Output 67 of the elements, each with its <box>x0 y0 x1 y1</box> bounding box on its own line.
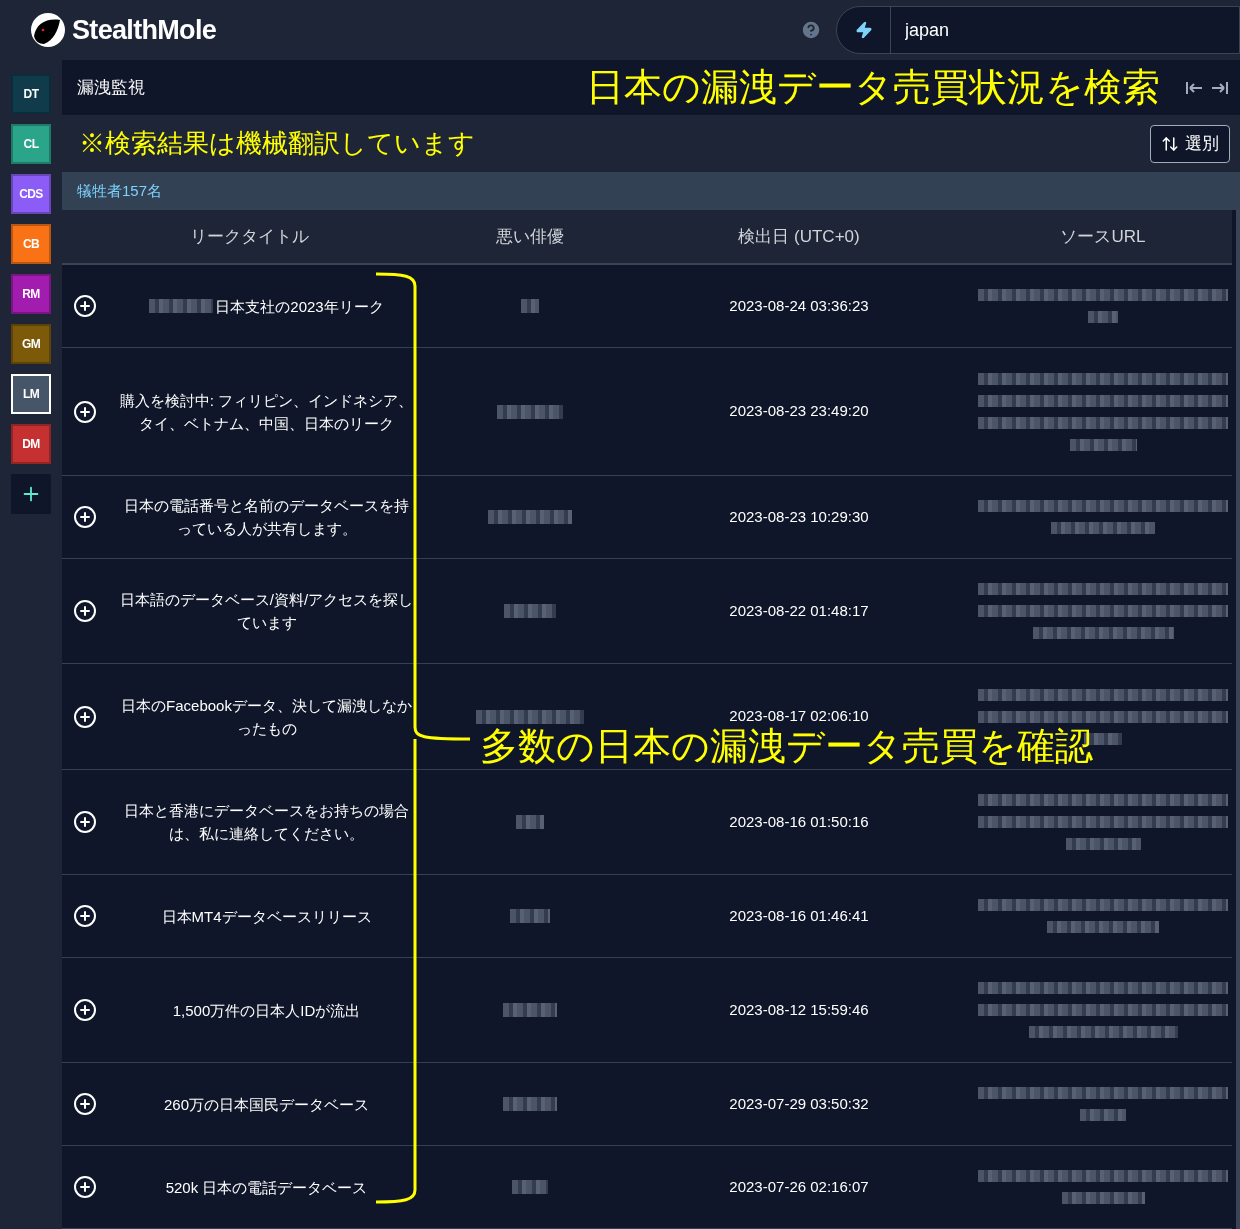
leak-title: 日本支社の2023年リーク <box>215 296 384 317</box>
blurred-text <box>1080 1109 1126 1121</box>
column-header[interactable]: 悪い俳優 <box>436 223 624 250</box>
leak-title: 1,500万件の日本人IDが流出 <box>172 1000 361 1021</box>
annotation-caption: 多数の日本の漏洩データ売買を確認 <box>480 724 1093 769</box>
collapse-expand-icon[interactable] <box>1186 79 1228 96</box>
brand-name: StealthMole <box>72 13 217 47</box>
expand-row-icon[interactable] <box>73 1092 97 1116</box>
detected-date: 2023-08-16 01:46:41 <box>728 905 870 926</box>
detected-date: 2023-07-29 03:50:32 <box>728 1093 870 1114</box>
search-field[interactable]: japan <box>905 16 1205 44</box>
add-module-button[interactable] <box>11 474 51 514</box>
expand-row-icon[interactable] <box>73 998 97 1022</box>
annotation-note: ※検索結果は機械翻訳しています <box>79 127 475 160</box>
blurred-text <box>497 404 563 419</box>
expand-row-icon[interactable] <box>73 704 97 729</box>
leak-title: 260万の日本国民データベース <box>164 1094 369 1115</box>
column-header[interactable]: ソースURL <box>974 223 1232 250</box>
column-header[interactable]: 検出日 (UTC+0) <box>624 223 974 250</box>
module-tab[interactable]: CDS <box>11 174 51 214</box>
module-tab[interactable]: DM <box>11 424 51 464</box>
blurred-text <box>149 299 214 313</box>
page-title: 漏洩監視 <box>77 76 145 99</box>
expand-row-icon[interactable] <box>73 1175 97 1199</box>
sort-icon <box>1161 134 1179 153</box>
detected-date: 2023-07-26 02:16:07 <box>728 1176 870 1197</box>
expand-row-icon[interactable] <box>73 599 97 623</box>
module-tab[interactable]: DT <box>11 74 51 114</box>
victim-count: 犠牲者157名 <box>77 180 163 201</box>
leak-title: 購入を検討中: フィリピン、インドネシア、タイ、ベトナム、中国、日本のリーク <box>118 390 415 434</box>
expand-row-icon[interactable] <box>73 399 97 424</box>
column-header[interactable]: リークタイトル <box>62 223 436 250</box>
help-icon[interactable] <box>800 19 822 41</box>
module-tab[interactable]: LM <box>11 374 51 414</box>
annotation-headline: 日本の漏洩データ売買状況を検索 <box>586 65 1160 110</box>
expand-row-icon[interactable] <box>73 294 97 318</box>
leak-title: 日本の電話番号と名前のデータベースを持っている人が共有します。 <box>123 496 410 539</box>
leak-title: 520k 日本の電話データベース <box>165 1177 368 1198</box>
blurred-text <box>503 1097 557 1111</box>
blurred-text <box>521 299 539 313</box>
detected-date: 2023-08-17 02:06:10 <box>728 706 870 727</box>
sort-button[interactable]: 選別 <box>1150 124 1230 163</box>
leak-title: 日本MT4データベースリリース <box>161 906 372 927</box>
module-tab[interactable]: RM <box>11 274 51 314</box>
blurred-text <box>512 1180 548 1194</box>
blurred-text <box>1069 438 1137 451</box>
module-tab[interactable]: GM <box>11 324 51 364</box>
bolt-icon[interactable] <box>854 21 873 39</box>
detected-date: 2023-08-22 01:48:17 <box>728 600 870 621</box>
blurred-text <box>1088 311 1118 323</box>
expand-row-icon[interactable] <box>73 505 97 529</box>
detected-date: 2023-08-23 23:49:20 <box>728 401 870 422</box>
leak-title: 日本のFacebookデータ、決して漏洩しなかったもの <box>120 695 413 739</box>
search-bar[interactable]: japan <box>836 6 1240 54</box>
blurred-text <box>510 909 550 923</box>
detected-date: 2023-08-24 03:36:23 <box>728 295 870 316</box>
leak-title: 日本語のデータベース/資料/アクセスを探しています <box>118 590 415 633</box>
expand-row-icon[interactable] <box>73 904 97 928</box>
detected-date: 2023-08-16 01:50:16 <box>728 811 870 832</box>
mole-logo-icon <box>30 12 66 48</box>
blurred-text <box>503 1003 557 1017</box>
blurred-text <box>504 604 556 618</box>
expand-row-icon[interactable] <box>73 810 97 834</box>
detected-date: 2023-08-12 15:59:46 <box>728 999 870 1020</box>
detected-date: 2023-08-23 10:29:30 <box>728 506 870 527</box>
blurred-text <box>516 815 544 829</box>
leak-title: 日本と香港にデータベースをお持ちの場合は、私に連絡してください。 <box>123 801 410 844</box>
